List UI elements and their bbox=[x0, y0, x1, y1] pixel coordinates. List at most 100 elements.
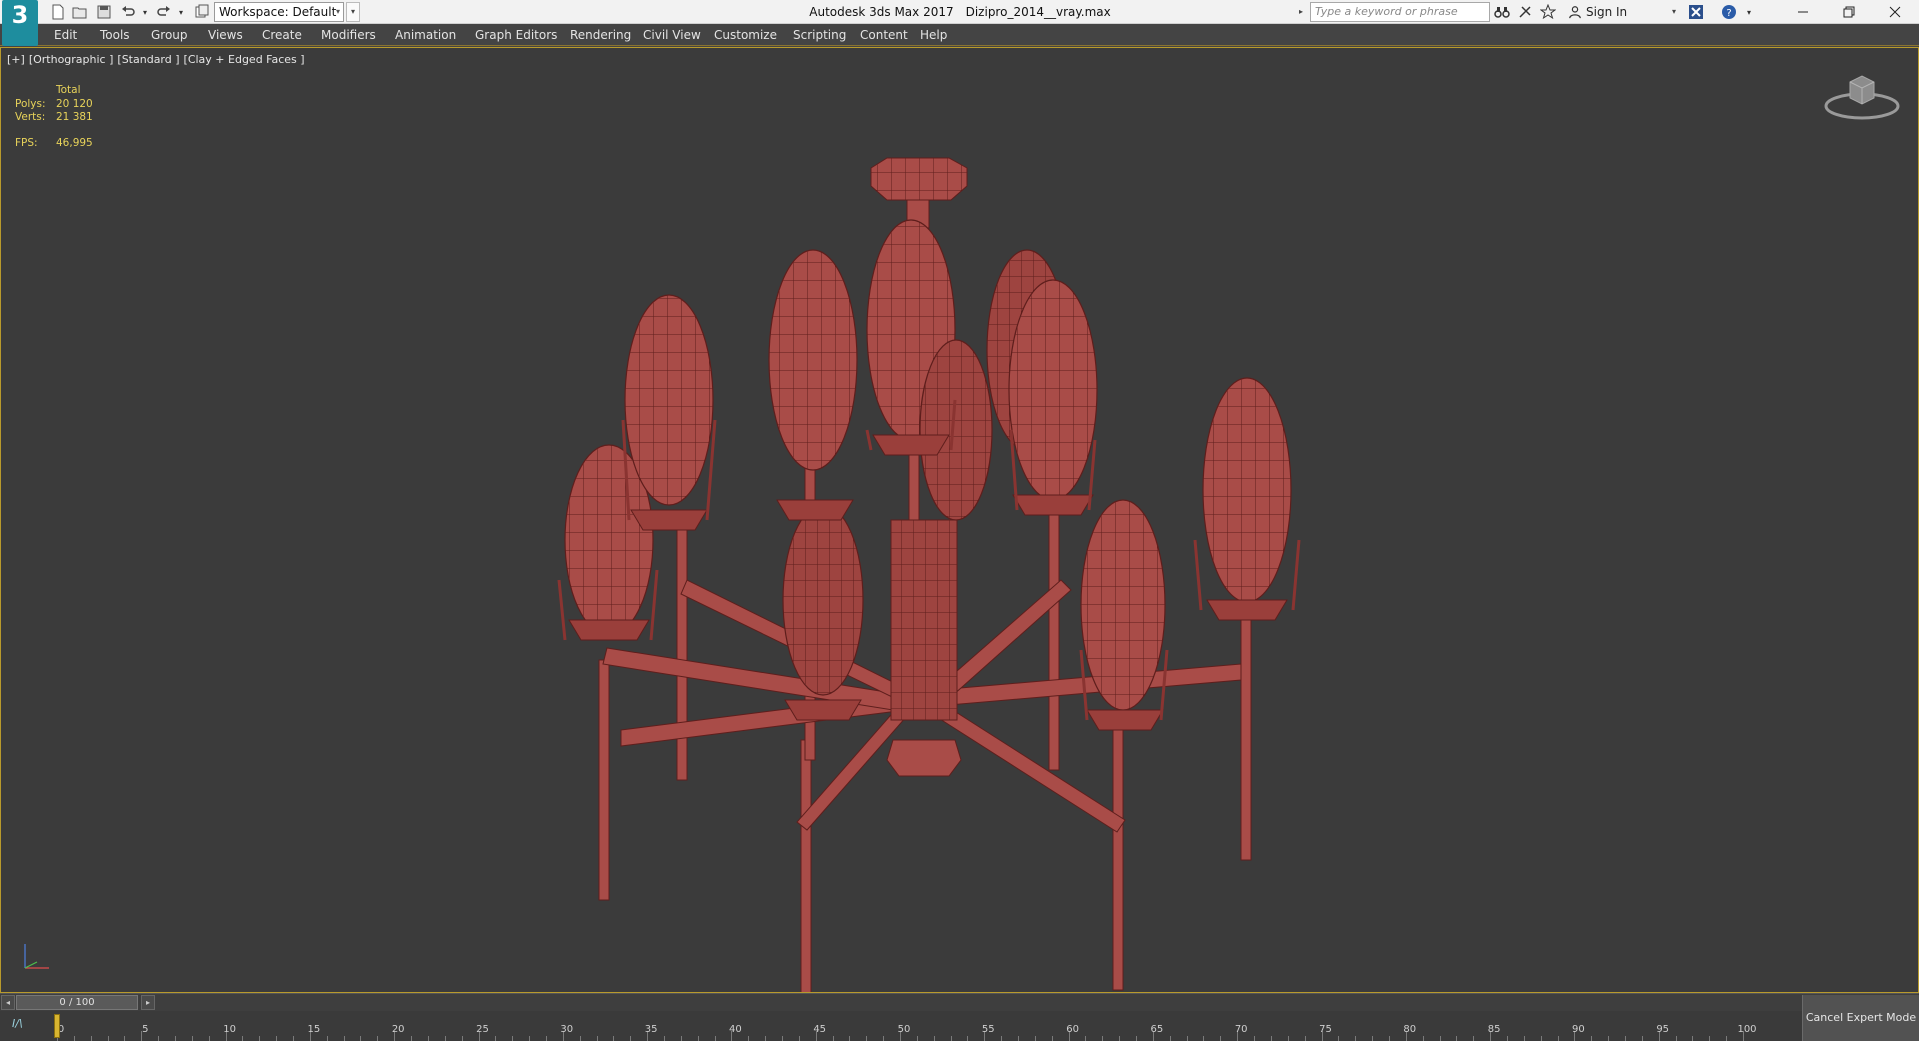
frame-ruler[interactable]: 0 5 10 15 20 25 30 35 40 45 50 55 60 65 70 75 80 85 90 95 10… bbox=[50, 1011, 1757, 1041]
ruler-tick bbox=[512, 1036, 514, 1041]
menu-help[interactable]: Help bbox=[920, 24, 947, 46]
curve-editor-toggle-icon[interactable]: I/\ bbox=[12, 1017, 23, 1030]
search-expand-icon[interactable]: ▸ bbox=[1299, 4, 1309, 20]
current-frame-marker[interactable] bbox=[54, 1014, 60, 1038]
ruler-tick bbox=[832, 1036, 834, 1041]
ruler-tick bbox=[1338, 1036, 1340, 1041]
ruler-tick-label: 70 bbox=[1234, 1024, 1248, 1035]
ruler-tick bbox=[697, 1036, 699, 1041]
ruler-tick bbox=[1692, 1036, 1694, 1041]
ruler-tick-label: 100 bbox=[1737, 1024, 1757, 1035]
ruler-tick bbox=[411, 1036, 413, 1041]
time-slider-next-button[interactable]: ▸ bbox=[141, 995, 155, 1010]
ruler-tick bbox=[175, 1036, 177, 1041]
help-dropdown-icon[interactable]: ▾ bbox=[1740, 3, 1758, 21]
user-icon[interactable] bbox=[1566, 3, 1584, 21]
ruler-tick-label: 65 bbox=[1150, 1024, 1164, 1035]
menu-bar: Edit Tools Group Views Create Modifiers … bbox=[0, 24, 1919, 46]
menu-tools[interactable]: Tools bbox=[100, 24, 130, 46]
ruler-tick bbox=[1456, 1036, 1458, 1041]
ruler-tick-label: 80 bbox=[1403, 1024, 1417, 1035]
ruler-tick-label: 30 bbox=[560, 1024, 574, 1035]
ruler-tick bbox=[1506, 1036, 1508, 1041]
ruler-tick bbox=[1186, 1036, 1188, 1041]
app-logo[interactable]: 3 bbox=[2, 0, 38, 46]
ruler-tick bbox=[1169, 1036, 1171, 1041]
communication-center-icon[interactable] bbox=[1516, 3, 1534, 21]
menu-edit[interactable]: Edit bbox=[54, 24, 77, 46]
app-logo-icon: 3 bbox=[11, 1, 29, 29]
ruler-tick bbox=[798, 1036, 800, 1041]
binoculars-icon[interactable] bbox=[1493, 3, 1511, 21]
ruler-tick bbox=[1608, 1036, 1610, 1041]
viewport-menu-plus[interactable]: [+] bbox=[7, 53, 25, 66]
project-folder-icon[interactable] bbox=[192, 2, 212, 22]
chandelier-model[interactable] bbox=[541, 100, 1321, 993]
favorites-star-icon[interactable] bbox=[1539, 3, 1557, 21]
search-input[interactable]: Type a keyword or phrase bbox=[1310, 2, 1490, 22]
stats-fps-value: 46,995 bbox=[56, 137, 93, 149]
ruler-tick bbox=[1270, 1036, 1272, 1041]
menu-views[interactable]: Views bbox=[208, 24, 243, 46]
sign-in-button[interactable]: Sign In bbox=[1586, 0, 1627, 24]
ruler-tick-label: 75 bbox=[1319, 1024, 1332, 1035]
cancel-expert-mode-button[interactable]: Cancel Expert Mode bbox=[1802, 995, 1919, 1041]
minimize-icon[interactable] bbox=[1780, 0, 1826, 24]
ruler-tick-label: 45 bbox=[813, 1024, 827, 1035]
redo-icon[interactable] bbox=[154, 2, 174, 22]
ruler-tick bbox=[191, 1036, 193, 1041]
menu-rendering[interactable]: Rendering bbox=[570, 24, 631, 46]
menu-modifiers[interactable]: Modifiers bbox=[321, 24, 376, 46]
undo-icon[interactable] bbox=[118, 2, 138, 22]
ruler-tick bbox=[1675, 1036, 1677, 1041]
quick-access-more-button[interactable]: ▾ bbox=[346, 2, 360, 22]
undo-dropdown-icon[interactable]: ▾ bbox=[140, 2, 150, 22]
ruler-tick bbox=[866, 1036, 868, 1041]
ruler-tick bbox=[596, 1036, 598, 1041]
ruler-tick bbox=[1203, 1036, 1205, 1041]
menu-create[interactable]: Create bbox=[262, 24, 302, 46]
time-slider-prev-button[interactable]: ◂ bbox=[1, 995, 15, 1010]
ruler-tick bbox=[1624, 1036, 1626, 1041]
ruler-tick bbox=[259, 1036, 261, 1041]
ruler-tick-label: 90 bbox=[1572, 1024, 1585, 1035]
menu-group[interactable]: Group bbox=[151, 24, 188, 46]
svg-text:?: ? bbox=[1726, 8, 1731, 19]
viewcube-icon[interactable] bbox=[1822, 68, 1902, 128]
track-bar[interactable]: I/\ 0 5 10 15 20 25 30 35 40 45 50 55 60 65 70 75 80 85 90… bbox=[0, 1011, 1919, 1041]
ruler-tick bbox=[124, 1036, 126, 1041]
time-slider-thumb[interactable]: 0 / 100 bbox=[16, 995, 138, 1010]
ruler-tick bbox=[1136, 1036, 1138, 1041]
ruler-tick bbox=[1726, 1036, 1728, 1041]
open-file-icon[interactable] bbox=[70, 2, 90, 22]
viewport-point-of-view[interactable]: [Orthographic ] bbox=[29, 53, 114, 66]
perspective-viewport[interactable]: [+] [Orthographic ] [Standard ] [Clay + Edg… bbox=[0, 47, 1919, 993]
menu-scripting[interactable]: Scripting bbox=[793, 24, 846, 46]
menu-customize[interactable]: Customize bbox=[714, 24, 777, 46]
ruler-tick-label: 20 bbox=[391, 1024, 405, 1035]
ruler-tick bbox=[545, 1036, 547, 1041]
menu-content[interactable]: Content bbox=[860, 24, 908, 46]
menu-civil-view[interactable]: Civil View bbox=[643, 24, 701, 46]
workspace-dropdown[interactable]: Workspace: Default ▾ bbox=[214, 2, 344, 22]
ruler-tick-label: 95 bbox=[1656, 1024, 1670, 1035]
restore-icon[interactable] bbox=[1826, 0, 1872, 24]
time-slider[interactable]: ◂ 0 / 100 ▸ bbox=[0, 993, 1919, 1011]
menu-animation[interactable]: Animation bbox=[395, 24, 456, 46]
menu-graph-editors[interactable]: Graph Editors bbox=[475, 24, 557, 46]
viewport-standard[interactable]: [Standard ] bbox=[117, 53, 179, 66]
ruler-tick-label: 10 bbox=[223, 1024, 236, 1035]
stats-header: Total bbox=[56, 84, 81, 96]
redo-dropdown-icon[interactable]: ▾ bbox=[176, 2, 186, 22]
help-icon[interactable]: ? bbox=[1720, 3, 1738, 21]
exchange-apps-icon[interactable] bbox=[1687, 3, 1705, 21]
ruler-tick bbox=[377, 1036, 379, 1041]
ruler-tick bbox=[1051, 1036, 1053, 1041]
close-icon[interactable] bbox=[1872, 0, 1918, 24]
new-file-icon[interactable] bbox=[48, 2, 68, 22]
ruler-tick bbox=[73, 1036, 75, 1041]
sign-in-dropdown-icon[interactable]: ▾ bbox=[1672, 0, 1676, 24]
stats-polys-value: 20 120 bbox=[56, 98, 93, 110]
save-file-icon[interactable] bbox=[94, 2, 114, 22]
viewport-shading[interactable]: [Clay + Edged Faces ] bbox=[184, 53, 305, 66]
